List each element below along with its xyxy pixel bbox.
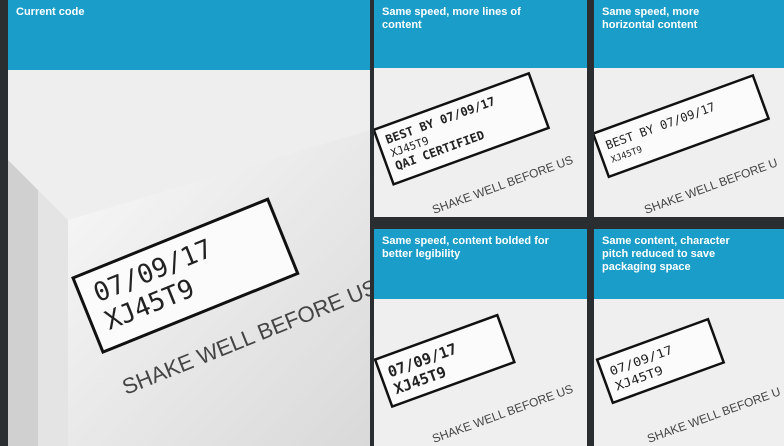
panel-more-horizontal: Same speed, more horizontal content BEST… — [594, 0, 784, 217]
panel-current-code: Current code 07/09/17 XJ45T9 SHAKE WELL … — [8, 0, 370, 446]
product-photo: 07/09/17 XJ45T9 SHAKE WELL BEFORE U — [594, 299, 784, 446]
panel-reduced-pitch: Same content, character pitch reduced to… — [594, 229, 784, 446]
panel-title: Same speed, more horizontal content — [594, 0, 784, 68]
comparison-frame: Current code 07/09/17 XJ45T9 SHAKE WELL … — [0, 0, 784, 446]
panel-title: Current code — [8, 0, 370, 70]
panel-title: Same speed, content bolded for better le… — [374, 229, 587, 299]
packaging-illustration: 07/09/17 XJ45T9 SHAKE WELL BEFORE US — [374, 299, 587, 446]
panel-title: Same content, character pitch reduced to… — [594, 229, 784, 299]
product-photo: BEST BY 07/09/17 XJ45T9 SHAKE WELL BEFOR… — [594, 68, 784, 217]
panel-title: Same speed, more lines of content — [374, 0, 587, 68]
packaging-illustration: BEST BY 07/09/17 XJ45T9 QAI CERTIFIED SH… — [374, 68, 587, 217]
panel-bolded: Same speed, content bolded for better le… — [374, 229, 587, 446]
packaging-illustration: 07/09/17 XJ45T9 SHAKE WELL BEFORE U — [594, 299, 784, 446]
packaging-illustration: 07/09/17 XJ45T9 SHAKE WELL BEFORE US — [8, 70, 370, 446]
product-photo: 07/09/17 XJ45T9 SHAKE WELL BEFORE US — [8, 70, 370, 446]
product-photo: 07/09/17 XJ45T9 SHAKE WELL BEFORE US — [374, 299, 587, 446]
product-photo: BEST BY 07/09/17 XJ45T9 QAI CERTIFIED SH… — [374, 68, 587, 217]
packaging-illustration: BEST BY 07/09/17 XJ45T9 SHAKE WELL BEFOR… — [594, 68, 784, 217]
panel-more-lines: Same speed, more lines of content BEST B… — [374, 0, 587, 217]
